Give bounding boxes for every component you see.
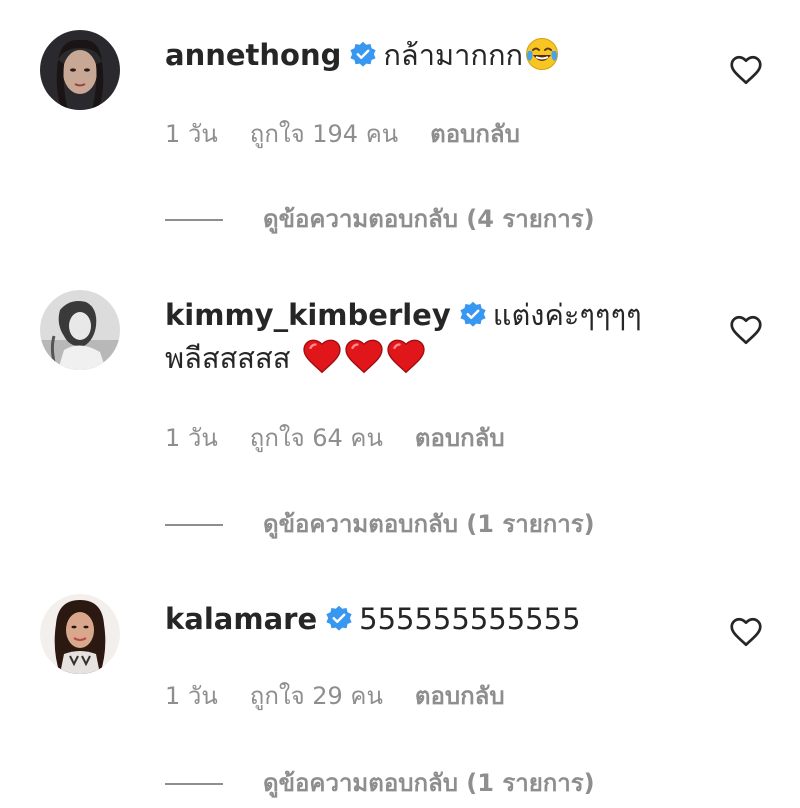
divider-line (165, 783, 223, 785)
avatar[interactable] (40, 594, 120, 674)
verified-badge-icon (325, 605, 353, 633)
comment-meta: 1 วัน ถูกใจ 64 คน ตอบกลับ (165, 418, 537, 457)
view-replies-label: ดูข้อความตอบกลับ (1 รายการ) (263, 510, 595, 538)
reply-button[interactable]: ตอบกลับ (415, 418, 505, 457)
comment-body: กล้ามากกก (383, 38, 524, 72)
username[interactable]: kimmy_kimberley (165, 298, 451, 332)
username[interactable]: annethong (165, 38, 341, 72)
red-heart-emoji-icon (344, 338, 384, 374)
like-heart-icon[interactable] (728, 312, 764, 348)
comment-list: annethong กล้ามากกก 1 วัน ถูกใจ 194 คน ตอบก… (0, 0, 800, 808)
comment-body-line2: พลีสสสสส (165, 341, 291, 375)
comment-item: annethong กล้ามากกก 1 วัน ถูกใจ 194 คน ตอบก… (0, 0, 800, 260)
view-replies-button[interactable]: ดูข้อความตอบกลับ (1 รายการ) (165, 504, 595, 543)
comment-text: annethong กล้ามากกก (165, 34, 705, 77)
avatar[interactable] (40, 290, 120, 370)
comment-item: kimmy_kimberley แต่งค่ะๆๆๆๆพลีสสสสส 1 วัน… (0, 260, 800, 560)
like-count[interactable]: ถูกใจ 29 คน (250, 676, 383, 715)
like-heart-icon[interactable] (728, 614, 764, 650)
view-replies-label: ดูข้อความตอบกลับ (4 รายการ) (263, 205, 595, 233)
red-heart-emoji-icon (386, 338, 426, 374)
reply-button[interactable]: ตอบกลับ (415, 676, 505, 715)
comment-time[interactable]: 1 วัน (165, 676, 218, 715)
view-replies-label: ดูข้อความตอบกลับ (1 รายการ) (263, 769, 595, 797)
like-count[interactable]: ถูกใจ 64 คน (250, 418, 383, 457)
comment-meta: 1 วัน ถูกใจ 29 คน ตอบกลับ (165, 676, 537, 715)
avatar[interactable] (40, 30, 120, 110)
comment-time[interactable]: 1 วัน (165, 418, 218, 457)
comment-item: kalamare 555555555555 1 วัน ถูกใจ 29 คน ตอบ… (0, 560, 800, 808)
like-count[interactable]: ถูกใจ 194 คน (250, 114, 398, 153)
comment-text: kimmy_kimberley แต่งค่ะๆๆๆๆพลีสสสสส (165, 294, 705, 380)
comment-body: 555555555555 (359, 602, 581, 636)
comment-text: kalamare 555555555555 (165, 598, 705, 641)
reply-button[interactable]: ตอบกลับ (430, 114, 520, 153)
divider-line (165, 524, 223, 526)
view-replies-button[interactable]: ดูข้อความตอบกลับ (1 รายการ) (165, 763, 595, 802)
like-heart-icon[interactable] (728, 52, 764, 88)
verified-badge-icon (349, 41, 377, 69)
red-heart-emoji-icon (302, 338, 342, 374)
divider-line (165, 219, 223, 221)
verified-badge-icon (459, 301, 487, 329)
comment-body: แต่งค่ะๆๆๆๆ (492, 298, 642, 332)
comment-time[interactable]: 1 วัน (165, 114, 218, 153)
username[interactable]: kalamare (165, 602, 317, 636)
tears-of-joy-emoji-icon (525, 37, 559, 71)
comment-meta: 1 วัน ถูกใจ 194 คน ตอบกลับ (165, 114, 552, 153)
view-replies-button[interactable]: ดูข้อความตอบกลับ (4 รายการ) (165, 199, 595, 238)
